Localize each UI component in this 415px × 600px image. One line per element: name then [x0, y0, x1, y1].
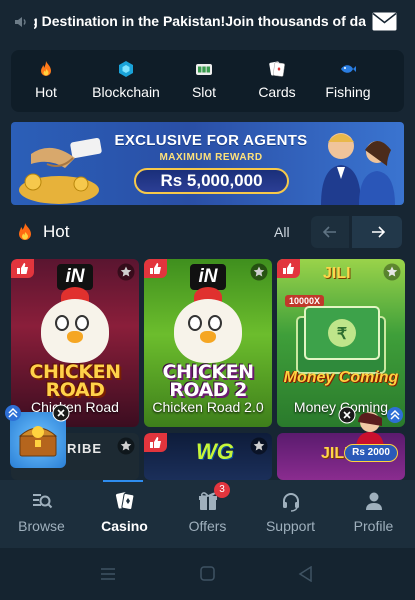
recent-apps-icon[interactable] [100, 567, 116, 581]
favorite-star-icon[interactable] [117, 263, 135, 281]
provider-logo: RIBE [67, 441, 103, 456]
nav-label: Browse [18, 518, 65, 534]
game-card-chicken-road-2[interactable]: iN CHICKEN ROAD 2 Chicken Road 2.0 [144, 259, 272, 427]
floating-promo-widget[interactable]: Rs 2000 [338, 404, 404, 464]
nav-support[interactable]: Support [249, 480, 332, 548]
money-stack-art: ₹ [296, 306, 386, 374]
provider-logo: JILI [323, 265, 351, 282]
favorite-star-icon[interactable] [383, 263, 401, 281]
nav-label: Profile [353, 518, 394, 534]
home-icon[interactable] [200, 566, 215, 581]
nav-offers[interactable]: 3 Offers [166, 480, 249, 548]
hot-section-header: Hot All [0, 216, 415, 248]
game-art-title: Money Coming [283, 369, 399, 386]
user-icon [365, 492, 382, 510]
promo-amount-badge: Rs 2000 [344, 444, 398, 462]
thumbs-up-icon [17, 263, 28, 274]
nav-label: Offers [188, 518, 227, 534]
section-title: Hot [43, 222, 70, 241]
floating-treasure-widget[interactable] [4, 404, 70, 468]
system-navigation-bar [0, 548, 415, 600]
nav-browse[interactable]: Browse [0, 480, 83, 548]
game-card-chicken-road[interactable]: iN CHICKEN ROAD Chicken Road [11, 259, 139, 427]
blockchain-cube-icon [119, 61, 133, 77]
thumbs-up-badge [11, 259, 34, 278]
game-art-title: CHICKEN ROAD 2 [162, 361, 254, 401]
category-bar: Hot Blockchain Slot Cards Fishing [11, 50, 404, 112]
category-hot[interactable]: Hot [31, 58, 61, 104]
category-blockchain[interactable]: Blockchain [91, 58, 161, 104]
collapse-up-icon[interactable] [386, 406, 404, 424]
favorite-star-icon[interactable] [117, 437, 135, 455]
game-card-row2-2[interactable]: WG [144, 433, 272, 480]
nav-label: Casino [101, 518, 148, 534]
agents-illustration [321, 133, 395, 205]
svg-text:₹: ₹ [337, 326, 347, 343]
casino-hostess-icon [356, 412, 384, 446]
thumbs-up-badge [144, 259, 167, 278]
category-label: Slot [191, 84, 217, 100]
arrow-right-icon [372, 226, 385, 238]
casino-cards-icon [115, 492, 134, 511]
nav-profile[interactable]: Profile [332, 480, 415, 548]
browse-search-icon [32, 494, 52, 509]
view-all-link[interactable]: All [274, 224, 290, 240]
game-art-title: CHICKEN ROAD [29, 361, 121, 401]
category-slot[interactable]: Slot [188, 58, 220, 104]
game-card-money-coming[interactable]: JILI 10000X ₹ Money Coming Money Coming [277, 259, 405, 427]
favorite-star-icon[interactable] [250, 437, 268, 455]
speaker-icon [15, 17, 26, 27]
playing-cards-icon [269, 61, 285, 77]
category-label: Cards [258, 84, 296, 100]
mail-icon[interactable] [372, 12, 397, 31]
bottom-navigation: Browse Casino 3 Offers Support Profile [0, 480, 415, 548]
thumbs-up-icon [283, 263, 294, 274]
handshake-coins-illustration [19, 137, 102, 204]
banner-headline: EXCLUSIVE FOR AGENTS [114, 132, 308, 149]
announcement-bar: Gaming Destination in the Pakistan!Join … [0, 0, 415, 44]
arrow-left-icon [323, 226, 336, 238]
banner-reward-amount: Rs 5,000,000 [134, 168, 289, 194]
fish-icon [341, 65, 356, 73]
fire-icon [41, 61, 51, 76]
close-icon[interactable] [338, 406, 356, 424]
provider-logo: WG [196, 439, 234, 464]
treasure-chest-icon [18, 426, 58, 457]
category-label: Fishing [325, 84, 371, 100]
category-label: Blockchain [92, 84, 160, 100]
previous-button[interactable] [311, 216, 349, 248]
thumbs-up-badge [277, 259, 300, 278]
back-icon[interactable] [298, 566, 313, 582]
headset-icon [282, 493, 299, 512]
thumbs-up-icon [150, 263, 161, 274]
fire-icon [19, 223, 31, 240]
game-name: Chicken Road 2.0 [152, 399, 264, 415]
nav-label: Support [265, 518, 316, 534]
slot-machine-icon [196, 64, 212, 75]
thumbs-up-badge [144, 433, 167, 452]
category-cards[interactable]: Cards [257, 58, 297, 104]
next-button[interactable] [352, 216, 402, 248]
promo-banner[interactable]: EXCLUSIVE FOR AGENTS MAXIMUM REWARD Rs 5… [11, 122, 404, 205]
collapse-up-icon[interactable] [4, 404, 22, 422]
thumbs-up-icon [150, 437, 161, 448]
offers-count-badge: 3 [214, 482, 230, 498]
favorite-star-icon[interactable] [250, 263, 268, 281]
category-label: Hot [35, 84, 57, 100]
banner-subheadline: MAXIMUM REWARD [159, 152, 263, 163]
close-icon[interactable] [52, 404, 70, 422]
announcement-text: Gaming Destination in the Pakistan!Join … [34, 13, 366, 29]
nav-casino[interactable]: Casino [83, 480, 166, 548]
category-fishing[interactable]: Fishing [323, 58, 373, 104]
